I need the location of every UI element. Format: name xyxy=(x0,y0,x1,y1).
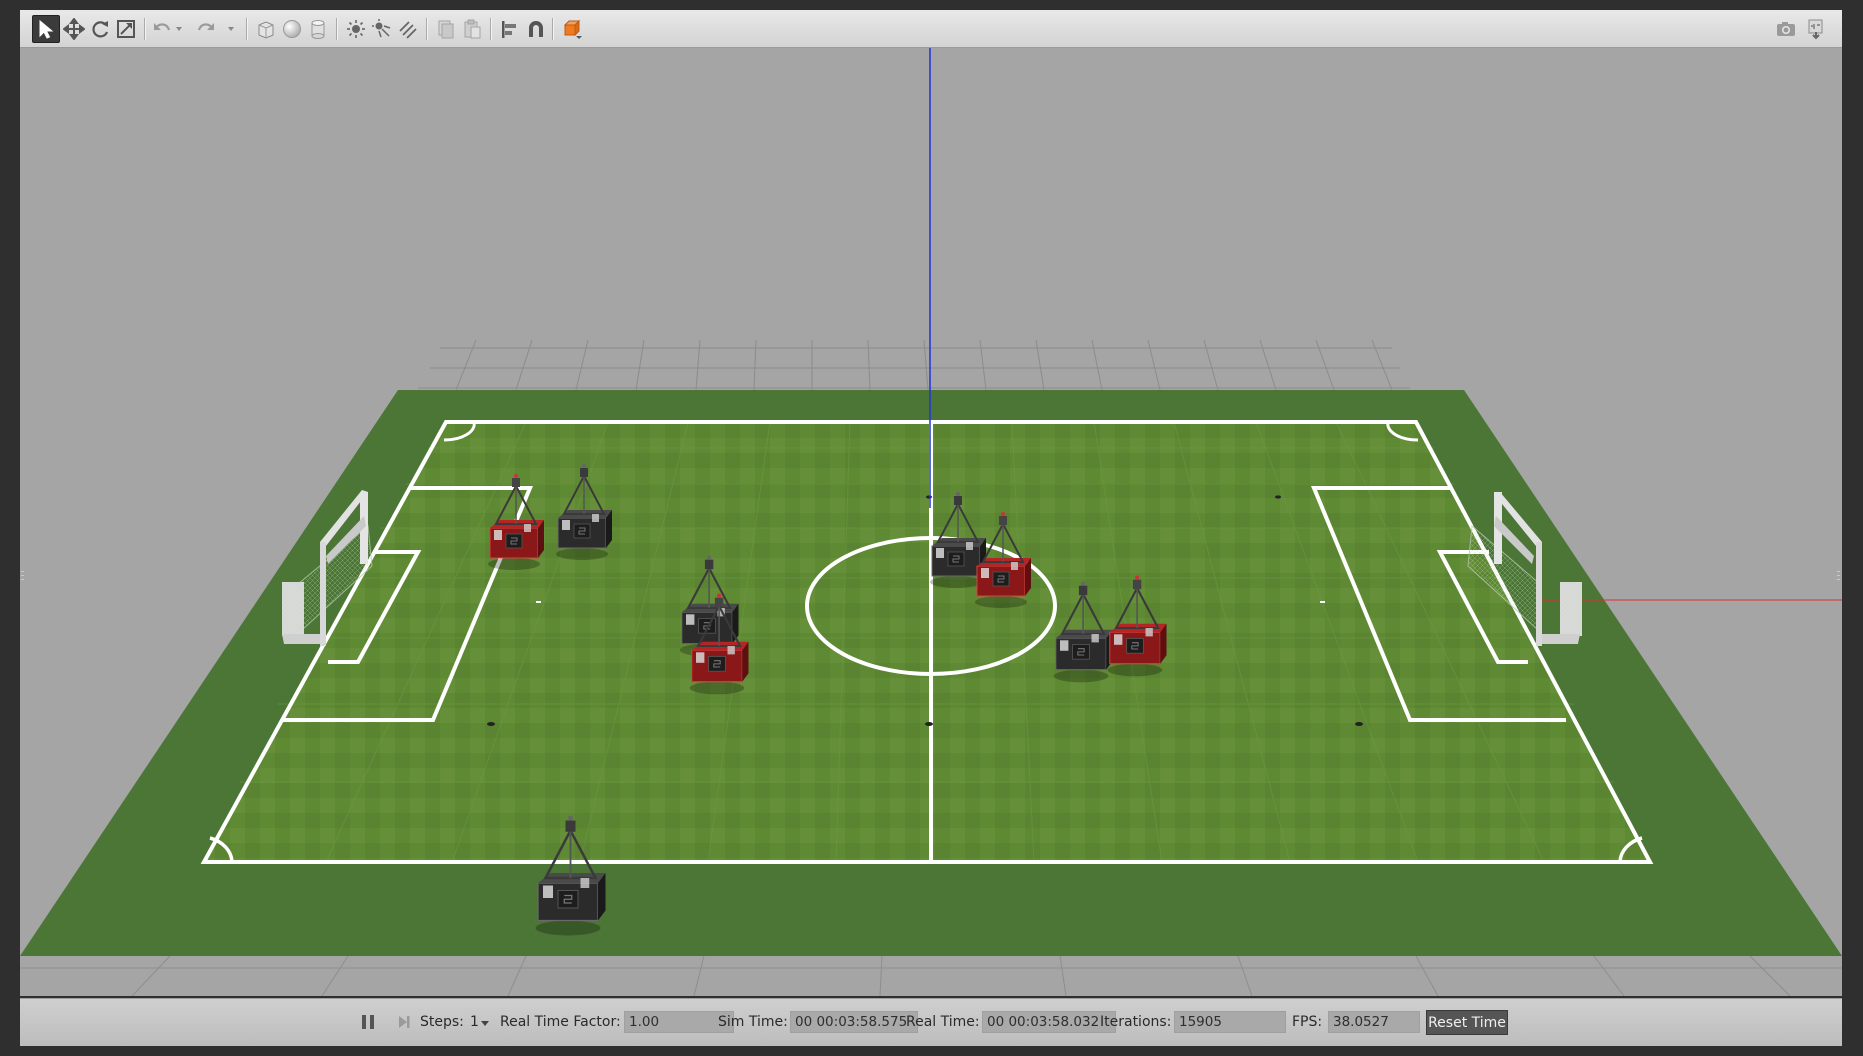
log-icon[interactable] xyxy=(1802,15,1830,43)
gazebo-window: Steps: 1 Real Time Factor: 1.00 Sim Time… xyxy=(0,0,1863,1056)
undo-history-icon[interactable] xyxy=(174,18,184,40)
ground-grid-front xyxy=(20,955,1842,996)
reset-time-button[interactable]: Reset Time xyxy=(1426,1010,1508,1035)
sim-status-bar: Steps: 1 Real Time Factor: 1.00 Sim Time… xyxy=(20,998,1842,1046)
copy-icon[interactable] xyxy=(432,15,460,43)
step-icon xyxy=(399,1016,410,1028)
screenshot-icon[interactable] xyxy=(1772,15,1800,43)
real-time-label: Real Time: xyxy=(906,1014,980,1030)
right-panel-handle[interactable] xyxy=(1836,568,1842,584)
cylinder-icon[interactable] xyxy=(304,15,332,43)
steps-value[interactable]: 1 xyxy=(470,999,479,1045)
snap-icon[interactable] xyxy=(522,15,550,43)
steps-label: Steps: xyxy=(420,1014,464,1030)
sim-time-label: Sim Time: xyxy=(718,1014,788,1030)
chevron-down-icon xyxy=(481,1021,489,1026)
toolbar-separator xyxy=(490,18,492,40)
align-icon[interactable] xyxy=(496,15,524,43)
step-button[interactable] xyxy=(396,999,412,1045)
undo-icon[interactable] xyxy=(148,15,176,43)
toolbar xyxy=(20,10,1842,48)
pause-button[interactable] xyxy=(360,999,376,1045)
ground-grid-back xyxy=(418,339,1410,391)
sphere-icon[interactable] xyxy=(278,15,306,43)
redo-icon[interactable] xyxy=(192,15,220,43)
toolbar-separator xyxy=(144,18,146,40)
directional-light-icon[interactable] xyxy=(394,15,422,43)
paste-icon[interactable] xyxy=(458,15,486,43)
sim-time-field: 00 00:03:58.575 xyxy=(790,1011,918,1033)
point-light-icon[interactable] xyxy=(342,15,370,43)
spot-light-icon[interactable] xyxy=(368,15,396,43)
toolbar-separator xyxy=(246,18,248,40)
rtf-label: Real Time Factor: xyxy=(500,1014,621,1030)
redo-history-icon[interactable] xyxy=(226,18,236,40)
pause-icon xyxy=(362,1015,374,1029)
left-panel-handle[interactable] xyxy=(20,568,26,584)
rotate-icon[interactable] xyxy=(86,15,114,43)
fps-label: FPS: xyxy=(1292,1014,1323,1030)
select-arrow-icon[interactable] xyxy=(32,15,60,43)
box-icon[interactable] xyxy=(252,15,280,43)
toolbar-separator xyxy=(336,18,338,40)
scale-icon[interactable] xyxy=(112,15,140,43)
toolbar-separator xyxy=(552,18,554,40)
iterations-label: Iterations: xyxy=(1100,1014,1172,1030)
fps-field: 38.0527 xyxy=(1328,1011,1420,1033)
iterations-field: 15905 xyxy=(1174,1011,1286,1033)
scene-render[interactable] xyxy=(20,48,1842,996)
real-time-field: 00 00:03:58.032 xyxy=(982,1011,1116,1033)
steps-dropdown[interactable] xyxy=(480,999,490,1045)
view-angle-icon[interactable] xyxy=(558,15,586,43)
scene-viewport[interactable] xyxy=(20,48,1842,996)
translate-icon[interactable] xyxy=(60,15,88,43)
toolbar-separator xyxy=(426,18,428,40)
